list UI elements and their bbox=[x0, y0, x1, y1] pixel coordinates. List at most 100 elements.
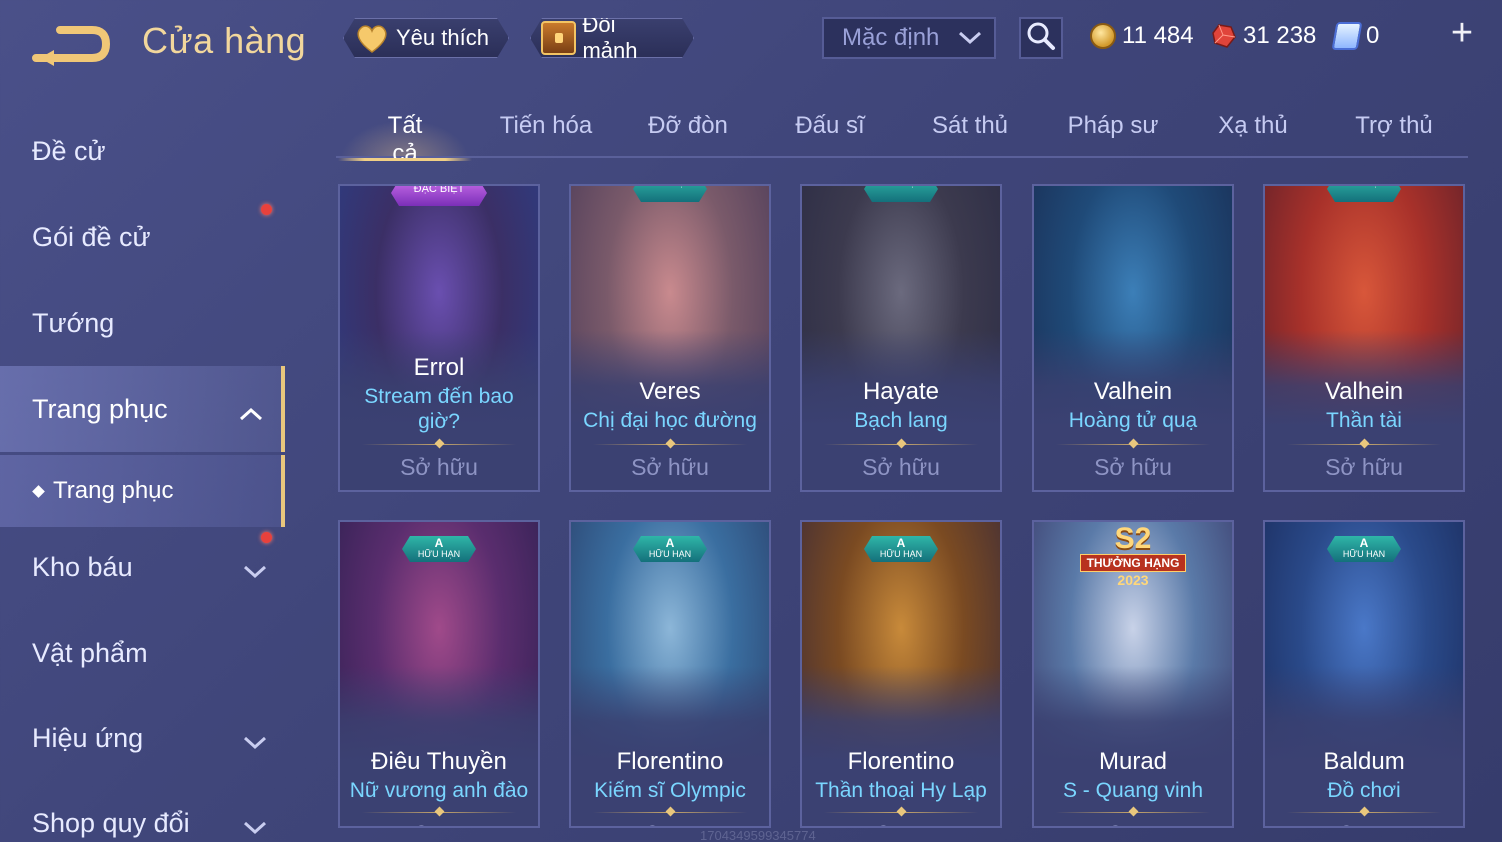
card-divider bbox=[824, 444, 978, 445]
tab-evolve[interactable]: Tiến hóa bbox=[496, 112, 596, 158]
ownership-status: Sở hữu bbox=[400, 454, 478, 480]
chevron-down-icon bbox=[958, 24, 982, 52]
sidebar-item-featured[interactable]: Đề cử bbox=[0, 108, 285, 194]
hero-name: Murad bbox=[1098, 748, 1168, 775]
ruby-amount: 31 238 bbox=[1243, 22, 1317, 49]
rarity-rank: A bbox=[434, 536, 444, 550]
sidebar-item-label: Shop quy đổi bbox=[32, 807, 190, 838]
page-title: Cửa hàng bbox=[142, 20, 307, 61]
sidebar-item-bundles[interactable]: Gói đề cử bbox=[0, 194, 285, 280]
sidebar-item-items[interactable]: Vật phẩm bbox=[0, 610, 285, 696]
tab-assassin[interactable]: Sát thủ bbox=[928, 112, 1012, 158]
back-arrow-icon[interactable] bbox=[30, 22, 111, 68]
skin-name: Thần thoại Hy Lạp bbox=[815, 779, 987, 802]
card-divider bbox=[593, 812, 747, 813]
tab-fighter[interactable]: Đấu sĩ bbox=[792, 112, 868, 158]
skin-card[interactable]: Valhein Hoàng tử quạ Sở hữu bbox=[1032, 184, 1234, 492]
hero-name: Điêu Thuyền bbox=[371, 748, 507, 775]
chevron-down-icon bbox=[243, 556, 267, 579]
ownership-status: Sở hữu bbox=[862, 454, 940, 480]
sidebar-item-label: Đề cử bbox=[32, 135, 106, 166]
tab-support[interactable]: Trợ thủ bbox=[1352, 112, 1436, 158]
skin-card[interactable]: Hayate Bạch lang Sở hữu HỮU HẠN bbox=[800, 184, 1002, 492]
card-divider bbox=[593, 444, 747, 445]
notification-dot bbox=[261, 532, 272, 543]
card-divider bbox=[1287, 812, 1441, 813]
chevron-down-icon bbox=[243, 812, 267, 835]
sort-dropdown[interactable]: Mặc định bbox=[822, 17, 996, 59]
rarity-label: ĐẶC BIỆT bbox=[413, 184, 465, 195]
rarity-label: HỮU HẠN bbox=[879, 549, 923, 559]
skin-card[interactable]: Valhein Thần tài Sở hữu HỮU HẠN bbox=[1263, 184, 1465, 492]
favorites-button[interactable]: Yêu thích bbox=[343, 18, 509, 58]
ownership-status: Sở hữu bbox=[802, 822, 1000, 826]
gold-amount: 11 484 bbox=[1122, 22, 1194, 49]
rarity-badge: HỮU HẠN bbox=[864, 184, 938, 202]
ownership-status: Sở hữu bbox=[1094, 454, 1172, 480]
skin-card[interactable]: FlorentinoKiếm sĩ OlympicSở hữuAHỮU HẠN bbox=[569, 520, 771, 828]
skin-card[interactable]: Florentino Thần thoại Hy Lạp Sở hữu AHỮU HẠ… bbox=[800, 520, 1002, 828]
tab-tank[interactable]: Đỡ đòn bbox=[644, 112, 732, 158]
role-tabs: Tất cả Tiến hóa Đỡ đòn Đấu sĩ Sát thủ Ph… bbox=[336, 104, 1468, 167]
hero-name: Florentino bbox=[616, 748, 724, 775]
rarity-label: HỮU HẠN bbox=[648, 549, 692, 559]
rarity-label: HỮU HẠN bbox=[880, 184, 922, 188]
sidebar-item-label: Trang phục bbox=[32, 393, 168, 424]
rarity-label: HỮU HẠN bbox=[649, 184, 691, 188]
chest-icon bbox=[541, 21, 576, 55]
card-divider bbox=[1287, 444, 1441, 445]
card-divider bbox=[362, 444, 516, 445]
skin-card[interactable]: Điêu Thuyền Nữ vương anh đào Sở hữu AHỮU HẠ… bbox=[338, 520, 540, 828]
rarity-badge: A HỮU HẠN bbox=[1327, 536, 1401, 562]
sidebar-item-exchange-shop[interactable]: Shop quy đổi bbox=[0, 780, 285, 842]
rarity-badge: ĐẶC BIỆT bbox=[391, 184, 487, 206]
ownership-status: Sở hữu bbox=[631, 454, 709, 480]
sidebar-subitem-skins[interactable]: Trang phục bbox=[0, 455, 285, 527]
skin-name: Kiếm sĩ Olympic bbox=[594, 779, 746, 802]
search-icon bbox=[1026, 21, 1056, 56]
exchange-shards-button[interactable]: Đổi mảnh bbox=[530, 18, 694, 58]
skin-name: S - Quang vinh bbox=[1062, 779, 1204, 802]
sidebar-item-label: Vật phẩm bbox=[32, 637, 148, 668]
sidebar-item-skins[interactable]: Trang phục bbox=[0, 366, 285, 452]
rarity-rank: A bbox=[665, 536, 675, 550]
voucher-currency: 0 bbox=[1331, 20, 1379, 52]
hero-name: Florentino bbox=[847, 748, 955, 775]
sidebar-item-label: Tướng bbox=[32, 307, 115, 338]
card-divider bbox=[824, 812, 978, 813]
sidebar-item-treasure[interactable]: Kho báu bbox=[0, 524, 285, 610]
bullet-icon bbox=[32, 484, 45, 498]
skin-card[interactable]: Errol Stream đến bao giờ? Sở hữu ĐẶC BIỆT bbox=[338, 184, 540, 492]
sidebar-item-label: Gói đề cử bbox=[32, 221, 151, 252]
hero-name: Valhein bbox=[1093, 378, 1173, 405]
add-currency-button[interactable]: + bbox=[1444, 14, 1480, 52]
ruby-currency: 31 238 bbox=[1211, 20, 1316, 52]
favorites-label: Yêu thích bbox=[396, 25, 489, 50]
tab-mage[interactable]: Pháp sư bbox=[1066, 112, 1160, 158]
gold-currency: 11 484 bbox=[1090, 20, 1194, 52]
skin-card[interactable]: Veres Chị đại học đường Sở hữu HỮU HẠN bbox=[569, 184, 771, 492]
hero-name: Veres bbox=[639, 378, 701, 405]
voucher-icon bbox=[1331, 22, 1363, 50]
chevron-down-icon bbox=[243, 727, 267, 750]
tab-marksman[interactable]: Xạ thủ bbox=[1216, 112, 1290, 158]
hero-name: Valhein bbox=[1324, 378, 1404, 405]
skin-name: Thần tài bbox=[1326, 409, 1402, 432]
rarity-rank: A bbox=[896, 536, 906, 550]
sidebar-item-heroes[interactable]: Tướng bbox=[0, 280, 285, 366]
tab-all[interactable]: Tất cả bbox=[338, 112, 472, 167]
skin-card[interactable]: Baldum Đồ chơi Sở hữu AHỮU HẠN bbox=[1263, 520, 1465, 828]
search-button[interactable] bbox=[1019, 17, 1063, 59]
watermark: 1704349599345774 bbox=[700, 828, 816, 842]
year-label: 2023 bbox=[1117, 572, 1149, 588]
sidebar-item-effects[interactable]: Hiệu ứng bbox=[0, 695, 285, 781]
season-reward-badge: S2 THƯỞNG HẠNG 2023 bbox=[1077, 524, 1189, 588]
sidebar-item-label: Hiệu ứng bbox=[32, 722, 144, 753]
rarity-badge: HỮU HẠN bbox=[1327, 184, 1401, 202]
sidebar: Đề cử Gói đề cử Tướng Trang phục Trang p… bbox=[0, 100, 300, 842]
rarity-rank: A bbox=[1359, 536, 1369, 550]
skin-card[interactable]: Murad S - Quang vinh Sở hữu S2THƯỞNG HẠNG20… bbox=[1032, 520, 1234, 828]
card-divider bbox=[1056, 444, 1210, 445]
card-divider bbox=[362, 812, 516, 813]
gold-coin-icon bbox=[1090, 23, 1116, 49]
